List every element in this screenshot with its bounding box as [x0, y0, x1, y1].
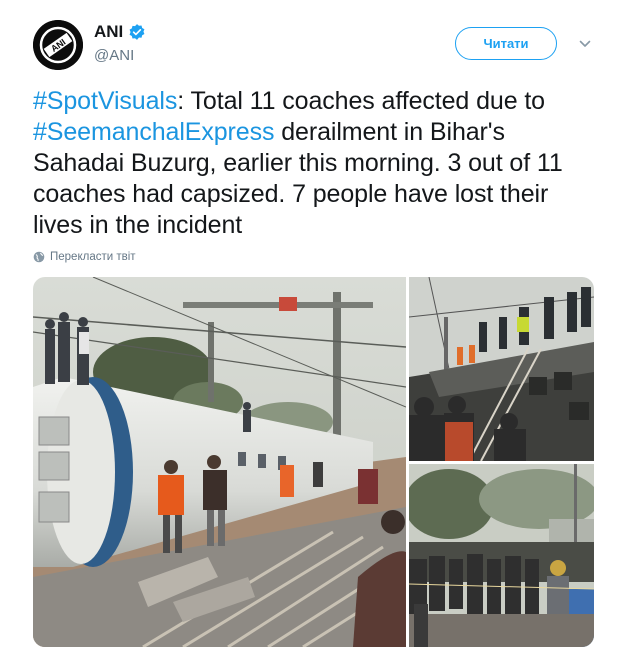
globe-icon	[33, 251, 45, 263]
ani-logo: ANI	[33, 20, 83, 70]
chevron-down-icon[interactable]	[578, 37, 592, 51]
author-name[interactable]: ANI	[94, 22, 123, 42]
avatar[interactable]: ANI	[33, 20, 83, 70]
hashtag-seemanchalexpress[interactable]: #SeemanchalExpress	[33, 118, 274, 146]
translate-tweet-link[interactable]: Перекласти твіт	[33, 251, 136, 263]
hashtag-spotvisuals[interactable]: #SpotVisuals	[33, 87, 177, 115]
crowd-at-site-photo[interactable]	[409, 464, 594, 647]
capsized-coaches-crowd-photo[interactable]	[409, 277, 594, 461]
derailed-coach-photo[interactable]	[33, 277, 406, 647]
tweet-text-segment: : Total 11 coaches affected due to	[177, 87, 545, 115]
author-handle[interactable]: @ANI	[94, 47, 134, 64]
tweet-text: #SpotVisuals: Total 11 coaches affected …	[33, 86, 598, 241]
author-name-row[interactable]: ANI	[94, 22, 146, 42]
translate-label[interactable]: Перекласти твіт	[50, 251, 136, 263]
follow-button[interactable]: Читати	[455, 27, 557, 60]
media-grid	[33, 277, 594, 647]
verified-badge-icon	[129, 24, 145, 40]
